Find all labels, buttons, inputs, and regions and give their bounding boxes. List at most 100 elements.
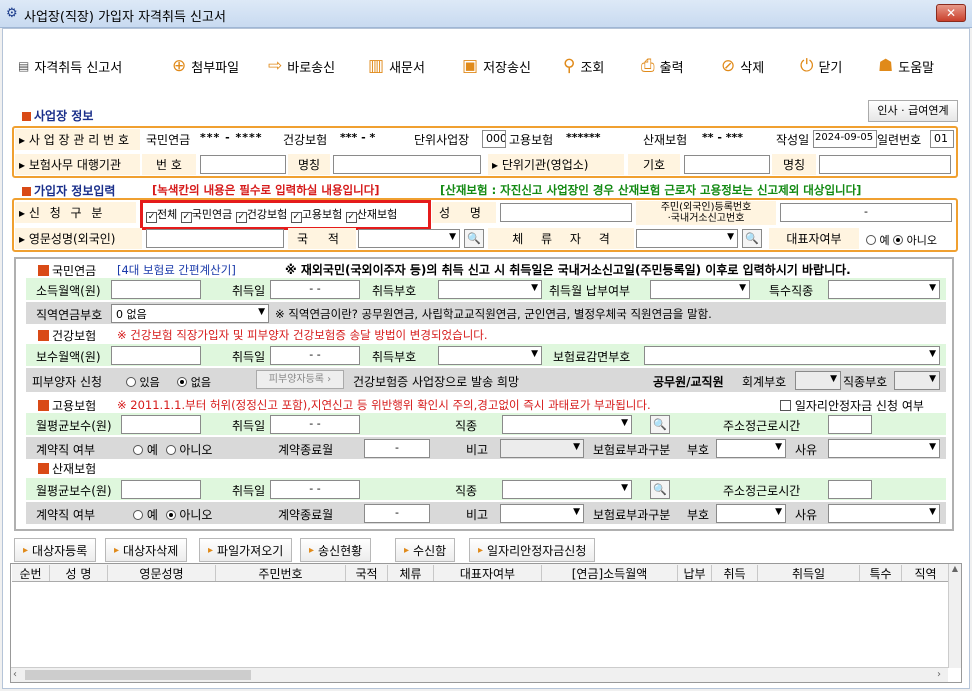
employ-reason-select[interactable] (828, 439, 940, 458)
dependent-no-radio[interactable] (177, 377, 188, 387)
employ-contract-no-radio[interactable] (165, 445, 176, 455)
industrial-remark-select[interactable] (500, 504, 584, 523)
calculator-link[interactable]: [4대 보험료 간편계산기] (117, 262, 236, 278)
col-pension-income[interactable]: [연금]소득월액 (542, 565, 678, 581)
send-now-button[interactable]: ⇨ 바로송신 (268, 54, 335, 78)
arrow-right-icon: ⇨ (268, 56, 283, 76)
vertical-scrollbar[interactable]: ▲ (948, 564, 961, 668)
apply-industrial-checkbox[interactable]: ✓ (345, 212, 357, 223)
print-button[interactable]: ⎙ 출력 (641, 54, 684, 78)
employ-code-select[interactable] (716, 439, 786, 458)
import-file-button[interactable]: ▸ 파일가져오기 (199, 538, 293, 562)
apply-employ-checkbox[interactable]: ✓ (290, 212, 302, 223)
written-date-input[interactable]: 2024-09-05 (813, 130, 877, 148)
eng-name-input[interactable] (146, 229, 284, 248)
apply-pension-checkbox[interactable]: ✓ (180, 212, 192, 223)
industrial-job-select[interactable] (502, 480, 632, 499)
unit-name-input[interactable] (819, 155, 951, 174)
industrial-code-select[interactable] (716, 504, 786, 523)
close-button[interactable]: ⏻ 닫기 (800, 54, 842, 78)
stability-fund-checkbox[interactable] (780, 400, 791, 411)
unit-workplace-input[interactable]: 000 (482, 130, 506, 148)
scroll-left-icon[interactable]: ‹ (13, 669, 17, 680)
scroll-thumb[interactable] (25, 670, 251, 680)
industrial-job-search-icon[interactable]: 🔍 (650, 480, 670, 499)
income-input[interactable] (111, 280, 201, 299)
employ-job-select[interactable] (502, 415, 632, 434)
col-acq-date[interactable]: 취득일 (758, 565, 860, 581)
industrial-contract-yes-radio[interactable] (133, 510, 143, 520)
rep-yes-radio[interactable] (866, 235, 876, 245)
save-send-button[interactable]: ▣ 저장송신 (462, 54, 531, 78)
health-pay-input[interactable] (111, 346, 201, 365)
nation-search-icon[interactable]: 🔍 (464, 229, 484, 248)
industrial-reason-select[interactable] (828, 504, 940, 523)
employ-remark-select[interactable] (500, 439, 584, 458)
employ-hours-label: 주소정근로시간 (723, 419, 801, 433)
hr-link-button[interactable]: 인사 · 급여연계 (868, 100, 958, 122)
health-acq-date-input[interactable]: - - (270, 346, 360, 365)
help-button[interactable]: ☗ 도움말 (878, 54, 934, 78)
reduce-code-select[interactable] (644, 346, 940, 365)
attach-button[interactable]: ⊕ 첨부파일 (172, 54, 239, 78)
employ-contract-yes-radio[interactable] (133, 445, 143, 455)
serial-input[interactable]: 01 (930, 130, 954, 148)
name-input[interactable] (500, 203, 632, 222)
health-acq-code-select[interactable] (438, 346, 542, 365)
apply-health-checkbox[interactable]: ✓ (235, 212, 247, 223)
register-subject-button[interactable]: ▸ 대상자등록 (14, 538, 97, 562)
employ-hours-input[interactable] (828, 415, 872, 434)
col-acq[interactable]: 취득 (712, 565, 758, 581)
nation-select[interactable] (358, 229, 460, 248)
stay-search-icon[interactable]: 🔍 (742, 229, 762, 248)
employ-job-search-icon[interactable]: 🔍 (650, 415, 670, 434)
col-representative[interactable]: 대표자여부 (434, 565, 542, 581)
horizontal-scrollbar[interactable]: ‹ › (11, 667, 948, 682)
col-resident-no[interactable]: 주민번호 (216, 565, 346, 581)
delete-button[interactable]: ⊘ 삭제 (721, 54, 764, 78)
dependent-register-button[interactable]: 피부양자등록 › (256, 370, 344, 389)
special-job-select[interactable] (828, 280, 940, 299)
close-window-button[interactable]: ✕ (936, 4, 966, 22)
occ-pension-label: 직역연금부호 (36, 308, 103, 322)
pension-acq-code-select[interactable] (438, 280, 542, 299)
job-code-select[interactable] (894, 371, 940, 390)
col-name[interactable]: 성 명 (50, 565, 108, 581)
unit-code-input[interactable] (684, 155, 770, 174)
stability-fund-button[interactable]: ▸ 일자리안정자금신청 (469, 538, 596, 562)
col-occupation[interactable]: 직역 (902, 565, 949, 581)
col-seq[interactable]: 순번 (12, 565, 50, 581)
account-code-select[interactable] (795, 371, 841, 390)
inbox-button[interactable]: ▸ 수신함 (395, 538, 456, 562)
new-doc-button[interactable]: ▥ 새문서 (368, 54, 425, 78)
col-stay[interactable]: 체류 (388, 565, 434, 581)
apply-all-checkbox[interactable]: ✓ (146, 212, 157, 223)
agency-name-input[interactable] (333, 155, 481, 174)
scroll-right-icon[interactable]: › (937, 669, 941, 680)
industrial-acq-date-input[interactable]: - - (270, 480, 360, 499)
employ-contract-end-input[interactable]: - (364, 439, 430, 458)
employ-acq-date-input[interactable]: - - (270, 415, 360, 434)
rep-no-radio[interactable] (893, 235, 904, 245)
agency-no-input[interactable] (200, 155, 286, 174)
industrial-hours-input[interactable] (828, 480, 872, 499)
stay-select[interactable] (636, 229, 738, 248)
pension-acq-date-label: 취득일 (232, 284, 266, 298)
col-payment[interactable]: 납부 (678, 565, 712, 581)
col-special[interactable]: 특수 (860, 565, 902, 581)
industrial-contract-end-input[interactable]: - (364, 504, 430, 523)
col-eng-name[interactable]: 영문성명 (108, 565, 216, 581)
query-button[interactable]: ⚲ 조회 (563, 54, 604, 78)
pension-acq-date-input[interactable]: - - (270, 280, 360, 299)
resident-no-input[interactable]: - (780, 203, 952, 222)
delete-subject-button[interactable]: ▸ 대상자삭제 (105, 538, 188, 562)
col-nation[interactable]: 국적 (346, 565, 388, 581)
industrial-contract-no-radio[interactable] (165, 510, 176, 520)
pay-month-select[interactable] (650, 280, 750, 299)
scroll-up-icon[interactable]: ▲ (949, 564, 961, 573)
employ-avg-pay-input[interactable] (121, 415, 201, 434)
industrial-avg-pay-input[interactable] (121, 480, 201, 499)
send-status-button[interactable]: ▸ 송신현황 (300, 538, 372, 562)
dependent-yes-radio[interactable] (126, 377, 136, 387)
occ-pension-select[interactable]: 0 없음 (111, 304, 269, 323)
